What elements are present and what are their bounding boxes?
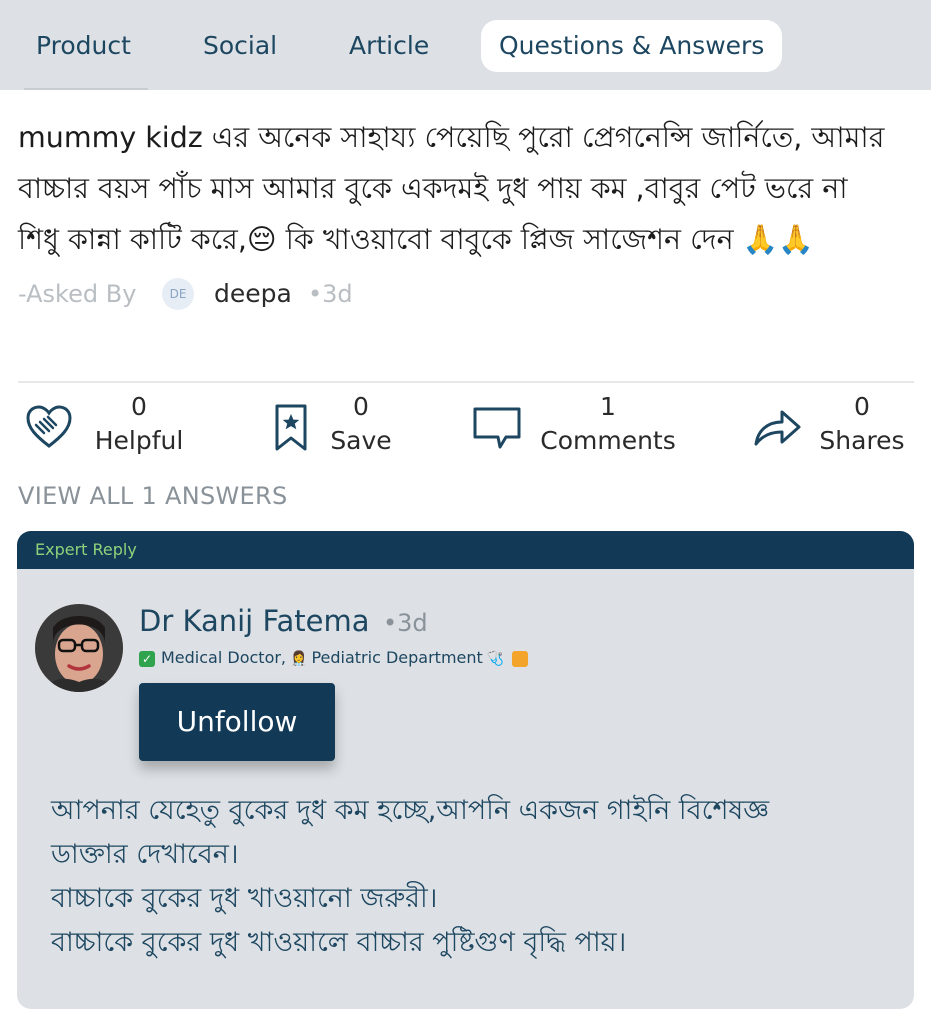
- answer-line: বাচ্চাকে বুকের দুধ খাওয়ানো জরুরী।: [51, 883, 438, 914]
- shares-button[interactable]: 0 Shares: [750, 392, 910, 464]
- asker-avatar[interactable]: DE: [162, 278, 194, 310]
- tab-underline: [24, 88, 148, 90]
- role-label: Medical Doctor,: [161, 648, 287, 667]
- answer-line: বাচ্চাকে বুকের দুধ খাওয়ালে বাচ্চার পুষ্…: [51, 927, 627, 958]
- question-line: mummy kidz এর অনেক সাহায্য পেয়েছি পুরো …: [18, 121, 885, 154]
- doctor-name[interactable]: Dr Kanij Fatema: [139, 604, 370, 638]
- helpful-label: Helpful: [94, 426, 184, 455]
- save-label: Save: [330, 426, 392, 455]
- unfollow-button[interactable]: Unfollow: [139, 683, 335, 761]
- comments-count: 1: [600, 392, 616, 421]
- card-header: Expert Reply: [17, 531, 914, 569]
- expert-reply-card: Expert Reply Dr Kanij Fatema •3d ✓ Medica…: [17, 531, 914, 1009]
- doctor-photo: [35, 604, 123, 692]
- bookmark-star-icon: [275, 404, 307, 451]
- speech-bubble-icon: [473, 407, 521, 449]
- tab-product[interactable]: Product: [36, 20, 131, 72]
- reply-time: •3d: [383, 609, 428, 637]
- asked-by-label: -Asked By: [18, 280, 137, 308]
- save-button[interactable]: 0 Save: [268, 392, 398, 464]
- shares-count: 0: [854, 392, 870, 421]
- asked-by-row: -Asked By DE deepa •3d: [18, 276, 618, 312]
- comments-label: Comments: [540, 426, 676, 455]
- tab-questions-answers[interactable]: Questions & Answers: [481, 20, 783, 72]
- stethoscope-icon: 🩺: [486, 650, 505, 667]
- sunrise-photo-icon: [512, 650, 529, 667]
- asker-name[interactable]: deepa: [214, 279, 292, 308]
- answer-line: আপনার যেহেতু বুকের দুধ কম হচ্ছে,আপনি একজ…: [51, 795, 770, 826]
- tab-social[interactable]: Social: [203, 20, 277, 72]
- tab-article[interactable]: Article: [349, 20, 429, 72]
- doctor-credentials: ✓ Medical Doctor, 👩‍⚕️ Pediatric Department…: [139, 647, 529, 669]
- department-label: Pediatric Department: [311, 648, 483, 667]
- shares-label: Shares: [819, 426, 905, 455]
- tab-bar: Product Social Article Questions & Answe…: [0, 0, 931, 90]
- helpful-count: 0: [131, 392, 147, 421]
- question-line: বাচ্চার বয়স পাঁচ মাস আমার বুকে একদমই দু…: [18, 172, 848, 205]
- view-all-answers-link[interactable]: VIEW ALL 1 ANSWERS: [18, 482, 288, 510]
- save-count: 0: [353, 392, 369, 421]
- expert-reply-badge: Expert Reply: [35, 540, 137, 559]
- divider: [18, 381, 914, 383]
- helpful-button[interactable]: 0 Helpful: [22, 392, 192, 464]
- share-arrow-icon: [754, 410, 801, 446]
- answer-text: আপনার যেহেতু বুকের দুধ কম হচ্ছে,আপনি একজ…: [51, 789, 901, 965]
- doctor-avatar[interactable]: [35, 604, 123, 692]
- handshake-heart-icon: [26, 405, 72, 448]
- verified-check-icon: ✓: [139, 650, 155, 667]
- question-line: শিধু কান্না কাটি করে,😔 কি খাওয়াবো বাবুক…: [18, 223, 814, 256]
- answer-line: ডাক্তার দেখাবেন।: [51, 839, 239, 870]
- question-time: •3d: [308, 280, 353, 308]
- question-text: mummy kidz এর অনেক সাহায্য পেয়েছি পুরো …: [18, 112, 918, 265]
- comments-button[interactable]: 1 Comments: [470, 392, 680, 464]
- doctor-emoji-icon: 👩‍⚕️: [290, 650, 308, 667]
